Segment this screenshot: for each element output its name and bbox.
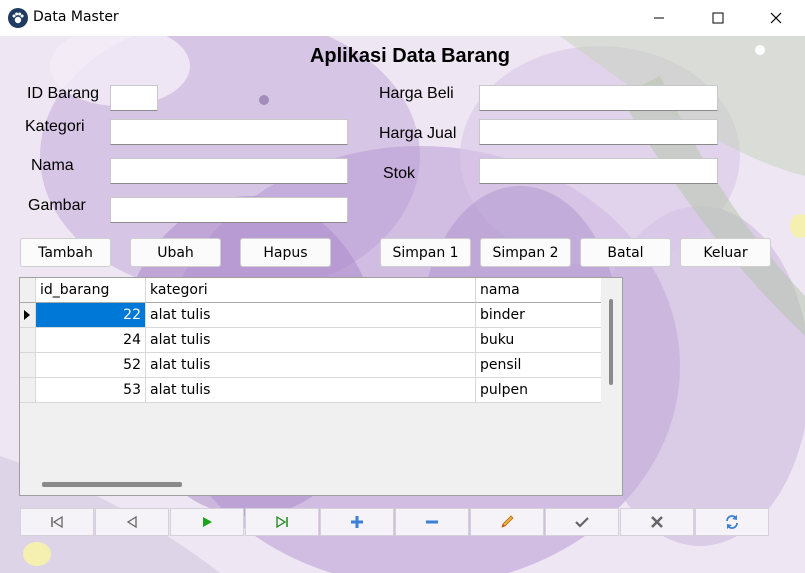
cell-id-barang[interactable]: 53	[36, 378, 146, 403]
refresh-icon	[726, 515, 738, 529]
edit-icon	[501, 515, 514, 528]
nama-label: Nama	[31, 157, 74, 174]
row-indicator	[20, 378, 36, 403]
nav-first-button[interactable]	[20, 508, 94, 536]
column-header-nama[interactable]: nama	[476, 278, 601, 303]
form-client-area: Aplikasi Data Barang ID Barang Kategori …	[0, 36, 805, 573]
cell-id-barang[interactable]: 24	[36, 328, 146, 353]
id-barang-label: ID Barang	[27, 85, 100, 102]
row-indicator	[20, 303, 36, 328]
batal-button[interactable]: Batal	[580, 238, 671, 267]
minimize-button[interactable]	[636, 0, 682, 36]
kategori-label: Kategori	[25, 118, 85, 135]
close-button[interactable]	[753, 0, 799, 36]
cell-nama[interactable]: pensil	[476, 353, 601, 378]
nama-field[interactable]	[110, 158, 348, 184]
nav-post-button[interactable]	[545, 508, 619, 536]
app-window: Data Master Aplikasi Data Barang ID Bara…	[0, 0, 805, 573]
grid-header-row: id_barang kategori nama	[20, 278, 601, 303]
harga-beli-label: Harga Beli	[379, 85, 454, 102]
current-row-arrow-icon	[24, 310, 30, 320]
row-indicator	[20, 353, 36, 378]
window-title: Data Master	[33, 9, 119, 25]
nav-insert-button[interactable]	[320, 508, 394, 536]
first-icon	[51, 515, 63, 529]
id-barang-field[interactable]	[110, 85, 158, 111]
harga-jual-label: Harga Jual	[379, 125, 457, 142]
nav-delete-button[interactable]	[395, 508, 469, 536]
gambar-field[interactable]	[110, 197, 348, 223]
prior-icon	[126, 515, 137, 529]
vertical-scroll-thumb[interactable]	[609, 299, 613, 385]
table-row[interactable]: 52 alat tulis pensil	[20, 353, 601, 378]
horizontal-scroll-thumb[interactable]	[42, 482, 182, 487]
cell-id-barang[interactable]: 52	[36, 353, 146, 378]
cell-kategori[interactable]: alat tulis	[146, 353, 476, 378]
hapus-button[interactable]: Hapus	[240, 238, 331, 267]
maximize-button[interactable]	[695, 0, 741, 36]
table-row[interactable]: 22 alat tulis binder	[20, 303, 601, 328]
delete-icon	[426, 520, 438, 524]
close-icon	[770, 12, 782, 24]
last-icon	[276, 515, 288, 529]
title-bar[interactable]: Data Master	[0, 0, 805, 36]
simpan-2-button[interactable]: Simpan 2	[480, 238, 571, 267]
page-title: Aplikasi Data Barang	[309, 45, 511, 67]
cell-nama[interactable]: binder	[476, 303, 601, 328]
post-icon	[575, 517, 589, 528]
table-row[interactable]: 53 alat tulis pulpen	[20, 378, 601, 403]
gambar-label: Gambar	[28, 197, 86, 214]
cell-nama[interactable]: pulpen	[476, 378, 601, 403]
simpan-1-button[interactable]: Simpan 1	[380, 238, 471, 267]
keluar-button[interactable]: Keluar	[680, 238, 771, 267]
table-row[interactable]: 24 alat tulis buku	[20, 328, 601, 353]
column-header-id-barang[interactable]: id_barang	[36, 278, 146, 303]
row-indicator	[20, 328, 36, 353]
minimize-icon	[654, 17, 664, 19]
nav-cancel-button[interactable]	[620, 508, 694, 536]
nav-prior-button[interactable]	[95, 508, 169, 536]
data-grid[interactable]: id_barang kategori nama 22 alat tulis bi…	[19, 277, 623, 496]
nav-next-button[interactable]	[170, 508, 244, 536]
ubah-button[interactable]: Ubah	[130, 238, 221, 267]
cell-kategori[interactable]: alat tulis	[146, 378, 476, 403]
grid-corner-cell	[20, 278, 36, 303]
cell-id-barang[interactable]: 22	[36, 303, 146, 328]
kategori-field[interactable]	[110, 119, 348, 145]
cell-kategori[interactable]: alat tulis	[146, 303, 476, 328]
nav-refresh-button[interactable]	[695, 508, 769, 536]
cell-kategori[interactable]: alat tulis	[146, 328, 476, 353]
cell-nama[interactable]: buku	[476, 328, 601, 353]
stok-field[interactable]	[479, 158, 718, 184]
column-header-kategori[interactable]: kategori	[146, 278, 476, 303]
tambah-button[interactable]: Tambah	[20, 238, 111, 267]
nav-last-button[interactable]	[245, 508, 319, 536]
maximize-icon	[712, 12, 724, 24]
cancel-icon	[651, 516, 663, 528]
stok-label: Stok	[383, 165, 416, 182]
vertical-scrollbar[interactable]	[607, 295, 617, 395]
harga-beli-field[interactable]	[479, 85, 718, 111]
paw-icon	[8, 8, 28, 28]
next-icon	[203, 517, 212, 527]
harga-jual-field[interactable]	[479, 119, 718, 145]
nav-edit-button[interactable]	[470, 508, 544, 536]
insert-icon	[351, 516, 363, 528]
